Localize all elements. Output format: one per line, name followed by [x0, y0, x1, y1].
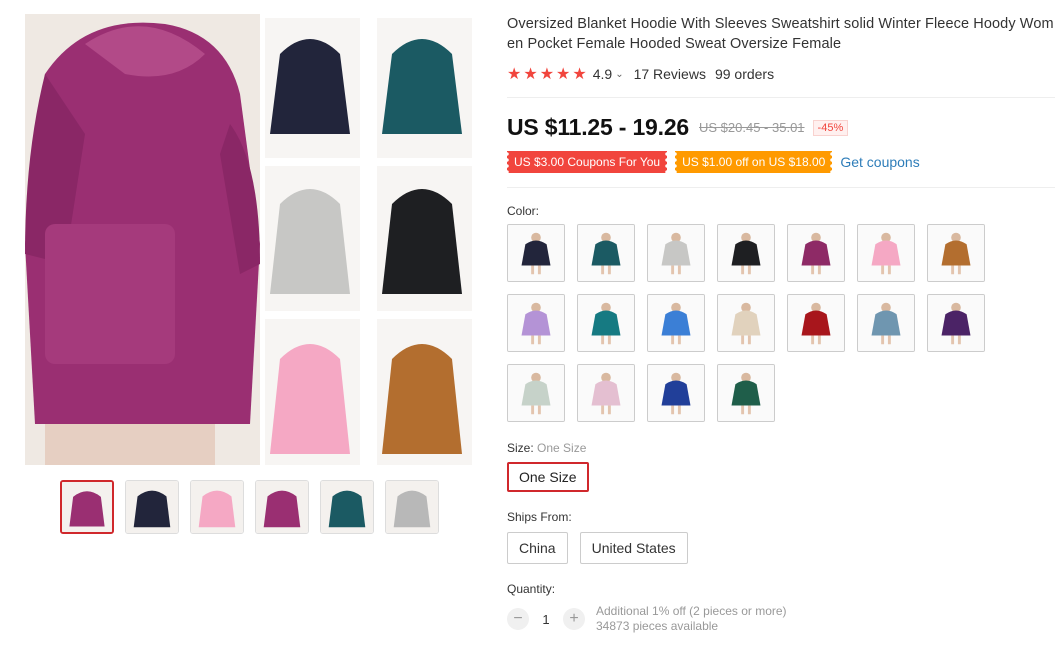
get-coupons-link[interactable]: Get coupons [840, 154, 919, 170]
product-title: Oversized Blanket Hoodie With Sleeves Sw… [507, 16, 1054, 52]
color-swatch[interactable] [647, 294, 705, 352]
orders-count: 99 orders [714, 66, 775, 82]
divider [507, 187, 1055, 188]
color-swatch[interactable] [927, 224, 985, 282]
color-swatch[interactable] [577, 224, 635, 282]
coupon-row: US $3.00 Coupons For You US $1.00 off on… [507, 151, 1055, 173]
color-swatch[interactable] [507, 364, 565, 422]
quantity-increase-button[interactable]: + [563, 608, 585, 630]
quantity-label: Quantity: [507, 582, 556, 596]
color-swatch[interactable] [647, 364, 705, 422]
star-icon: ★ [523, 66, 538, 83]
stock-available: 34873 pieces available [596, 619, 719, 633]
variant-grid [260, 14, 475, 465]
color-swatch[interactable] [787, 294, 845, 352]
size-option-one-size[interactable]: One Size [507, 462, 589, 492]
thumbnail-image[interactable] [320, 480, 374, 534]
coupon-badge[interactable]: US $1.00 off on US $18.00 [675, 151, 833, 173]
star-icon: ★ [556, 66, 571, 83]
size-selected-value: One Size [537, 441, 587, 455]
color-swatch[interactable] [717, 294, 775, 352]
main-product-image[interactable] [25, 14, 475, 465]
reviews-link[interactable]: 17 Reviews [634, 66, 706, 82]
divider [507, 97, 1055, 98]
star-icon: ★ [572, 66, 587, 83]
color-swatch[interactable] [857, 294, 915, 352]
ships-from-label: Ships From: [507, 510, 572, 524]
color-swatch[interactable] [717, 224, 775, 282]
bulk-discount-note: Additional 1% off (2 pieces or more) [596, 604, 787, 618]
color-swatch[interactable] [717, 364, 775, 422]
ships-from-united-states[interactable]: United States [579, 532, 688, 564]
color-label: Color: [507, 204, 540, 218]
original-price: US $20.45 - 35.01 [699, 120, 805, 135]
thumbnail-image[interactable] [385, 480, 439, 534]
size-label: Size: One Size [507, 441, 1055, 455]
rating-stars: ★ ★ ★ ★ ★ [507, 64, 587, 84]
color-swatch[interactable] [927, 294, 985, 352]
rating-row: ★ ★ ★ ★ ★ 4.9 ⌄ 17 Reviews 99 orders [507, 64, 1055, 84]
color-swatch[interactable] [857, 224, 915, 282]
quantity-stepper: − 1 + Additional 1% off (2 pieces or mor… [507, 604, 1055, 634]
color-swatch[interactable] [787, 224, 845, 282]
discount-badge: -45% [812, 119, 849, 136]
star-icon: ★ [507, 66, 522, 83]
ships-from-options: China United States [507, 532, 1055, 564]
thumbnail-image[interactable] [190, 480, 244, 534]
main-hoodie-figure [25, 14, 260, 465]
price-row: US $11.25 - 19.26 US $20.45 - 35.01 -45% [507, 114, 1055, 141]
quantity-decrease-button[interactable]: − [507, 608, 529, 630]
thumbnail-image[interactable] [125, 480, 179, 534]
star-icon: ★ [539, 66, 555, 83]
color-swatch[interactable] [507, 294, 565, 352]
thumbnail-image[interactable] [60, 480, 114, 534]
thumbnail-image[interactable] [255, 480, 309, 534]
thumbnail-strip [60, 480, 439, 534]
quantity-info: Additional 1% off (2 pieces or more) 348… [596, 604, 787, 634]
rating-value[interactable]: 4.9 [593, 66, 612, 82]
color-swatch[interactable] [507, 224, 565, 282]
current-price: US $11.25 - 19.26 [507, 114, 690, 140]
size-label-text: Size: [507, 441, 534, 455]
color-swatch[interactable] [577, 294, 635, 352]
product-info: Oversized Blanket Hoodie With Sleeves Sw… [507, 14, 1055, 634]
coupon-badge[interactable]: US $3.00 Coupons For You [507, 151, 668, 173]
color-swatch[interactable] [647, 224, 705, 282]
quantity-value[interactable]: 1 [529, 612, 563, 627]
ships-from-china[interactable]: China [507, 532, 568, 564]
color-swatch[interactable] [577, 364, 635, 422]
chevron-down-icon[interactable]: ⌄ [615, 69, 623, 80]
color-swatches [507, 224, 1055, 422]
